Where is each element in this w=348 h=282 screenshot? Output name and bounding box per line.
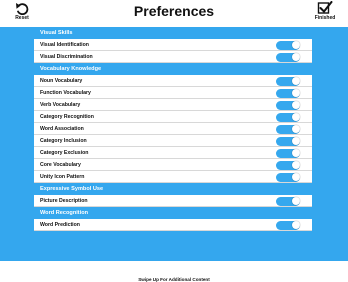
pref-label: Word Association	[40, 126, 84, 132]
toggle-knob	[291, 101, 300, 109]
word-prediction-toggle[interactable]	[276, 220, 300, 230]
toggle-knob	[291, 113, 300, 121]
pref-label: Visual Identification	[40, 42, 89, 48]
pref-label: Picture Description	[40, 198, 88, 204]
category-exclusion-toggle[interactable]	[276, 148, 300, 158]
toggle-knob	[291, 197, 300, 205]
toggle-knob	[291, 161, 300, 169]
function-vocabulary-toggle[interactable]	[276, 88, 300, 98]
category-inclusion-toggle[interactable]	[276, 136, 300, 146]
section-header-word-recognition: Word Recognition	[40, 210, 89, 216]
page-title: Preferences	[133, 3, 215, 19]
visual-identification-toggle[interactable]	[276, 40, 300, 50]
toggle-knob	[291, 53, 300, 61]
toggle-knob	[291, 77, 300, 85]
preferences-list: Visual Skills Visual Identification Visu…	[34, 27, 312, 231]
toggle-knob	[291, 149, 300, 157]
checkbox-checked-icon	[317, 1, 333, 14]
pref-row-function-vocabulary: Function Vocabulary	[34, 87, 312, 99]
toggle-knob	[291, 137, 300, 145]
category-recognition-toggle[interactable]	[276, 112, 300, 122]
toggle-knob	[291, 41, 300, 49]
pref-row-noun-vocabulary: Noun Vocabulary	[34, 75, 312, 87]
toggle-knob	[291, 221, 300, 229]
core-vocabulary-toggle[interactable]	[276, 160, 300, 170]
pref-label: Verb Vocabulary	[40, 102, 81, 108]
section-header-expressive-symbol-use: Expressive Symbol Use	[40, 186, 104, 192]
pref-row-word-prediction: Word Prediction	[34, 219, 312, 231]
pref-row-visual-identification: Visual Identification	[34, 39, 312, 51]
noun-vocabulary-toggle[interactable]	[276, 76, 300, 86]
pref-label: Unity Icon Pattern	[40, 174, 85, 180]
visual-discrimination-toggle[interactable]	[276, 52, 300, 62]
pref-label: Core Vocabulary	[40, 162, 81, 168]
pref-row-word-association: Word Association	[34, 123, 312, 135]
toggle-knob	[291, 89, 300, 97]
pref-label: Category Exclusion	[40, 150, 89, 156]
verb-vocabulary-toggle[interactable]	[276, 100, 300, 110]
preferences-panel[interactable]: Visual Skills Visual Identification Visu…	[0, 27, 348, 282]
pref-row-category-recognition: Category Recognition	[34, 111, 312, 123]
pref-label: Noun Vocabulary	[40, 78, 83, 84]
toggle-knob	[291, 173, 300, 181]
pref-label: Category Recognition	[40, 114, 94, 120]
pref-label: Function Vocabulary	[40, 90, 91, 96]
pref-label: Category Inclusion	[40, 138, 87, 144]
pref-row-visual-discrimination: Visual Discrimination	[34, 51, 312, 63]
pref-row-category-inclusion: Category Inclusion	[34, 135, 312, 147]
section-header-vocabulary-knowledge: Vocabulary Knowledge	[40, 66, 102, 72]
word-association-toggle[interactable]	[276, 124, 300, 134]
finished-label: Finished	[314, 15, 336, 21]
toggle-knob	[291, 125, 300, 133]
finished-button[interactable]: Finished	[310, 1, 340, 21]
section-header-visual-skills: Visual Skills	[40, 30, 73, 36]
pref-label: Word Prediction	[40, 222, 80, 228]
picture-description-toggle[interactable]	[276, 196, 300, 206]
top-bar: Reset Preferences Finished	[0, 0, 348, 27]
pref-label: Visual Discrimination	[40, 54, 93, 60]
pref-row-picture-description: Picture Description	[34, 195, 312, 207]
pref-row-core-vocabulary: Core Vocabulary	[34, 159, 312, 171]
unity-icon-pattern-toggle[interactable]	[276, 172, 300, 182]
swipe-hint: Swipe Up For Additional Content	[138, 277, 210, 282]
pref-row-verb-vocabulary: Verb Vocabulary	[34, 99, 312, 111]
pref-row-unity-icon-pattern: Unity Icon Pattern	[34, 171, 312, 183]
pref-row-category-exclusion: Category Exclusion	[34, 147, 312, 159]
